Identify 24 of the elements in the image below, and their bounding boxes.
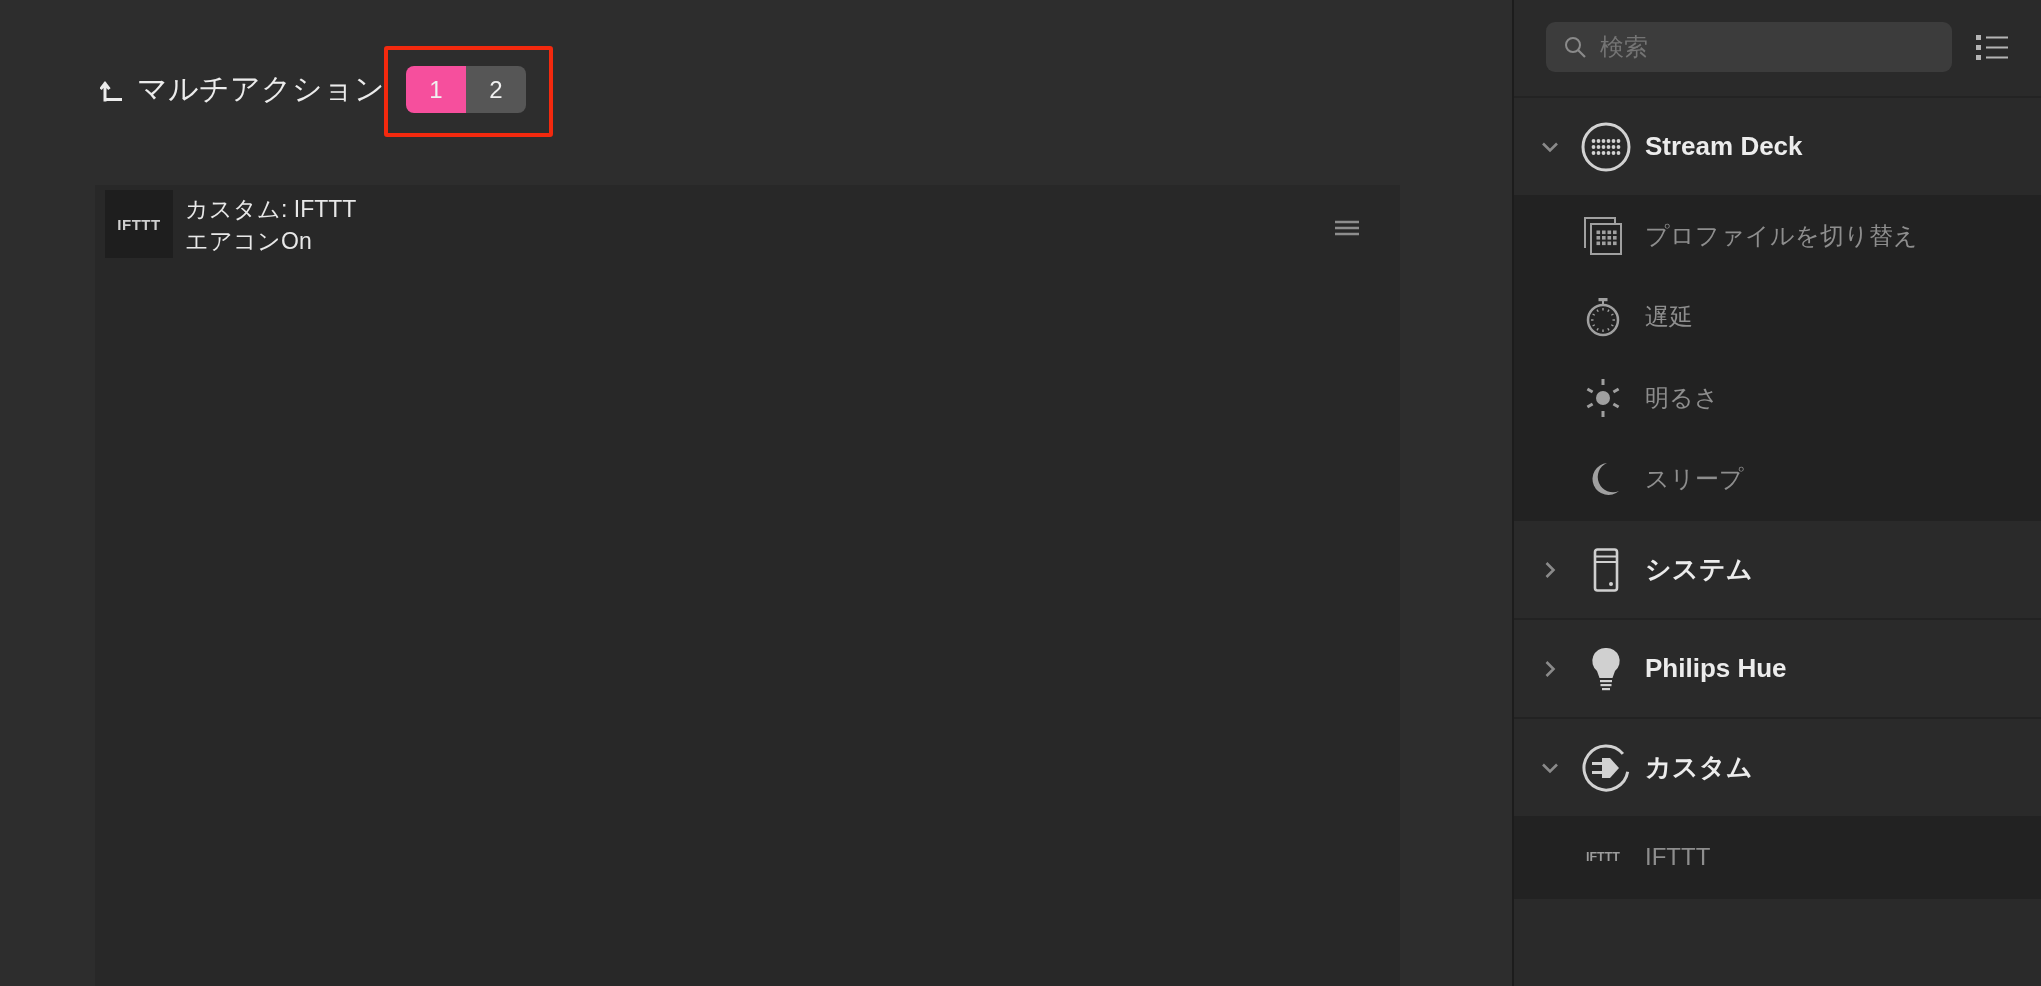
category-label[interactable]: Stream Deck <box>1645 131 1803 162</box>
logo-tile: IFTTT <box>105 190 173 258</box>
category-label[interactable]: Philips Hue <box>1645 653 1787 684</box>
page-title: マルチアクション <box>137 71 385 107</box>
step-tab[interactable]: 1 <box>406 66 466 113</box>
action-item-label[interactable]: プロファイルを切り替え <box>1645 219 1918 252</box>
search-field[interactable]: 検索 <box>1546 22 1952 72</box>
menu-icon[interactable] <box>1334 220 1360 236</box>
dotted-circle-icon <box>1581 121 1631 172</box>
action-item-label[interactable]: スリープ <box>1645 462 1744 495</box>
plug-circle-icon <box>1581 742 1631 793</box>
list-view-icon[interactable] <box>1976 35 2008 60</box>
step-tab[interactable]: 2 <box>466 66 526 113</box>
search-icon <box>1564 36 1586 58</box>
action-item-label[interactable]: IFTTT <box>1645 842 1711 871</box>
action-subtitle: エアコンOn <box>185 227 313 256</box>
action-item-label[interactable]: 明るさ <box>1645 381 1719 414</box>
action-title: カスタム: IFTTT <box>185 195 357 224</box>
action-item-label[interactable]: 遅延 <box>1645 300 1693 333</box>
logo-text-icon: IFTTT <box>1583 849 1623 864</box>
category-label[interactable]: カスタム <box>1645 750 1753 785</box>
category-label[interactable]: システム <box>1645 552 1753 587</box>
stacked-pages-icon <box>1583 215 1623 256</box>
back-arrow-icon[interactable] <box>100 79 122 102</box>
